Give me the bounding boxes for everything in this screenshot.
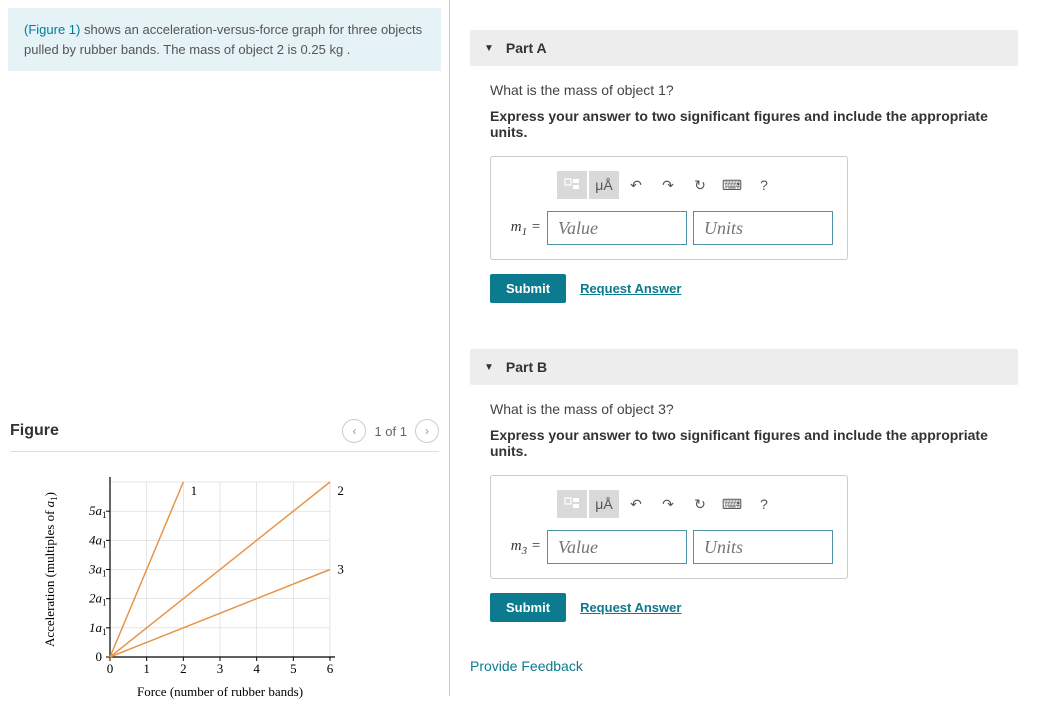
redo-icon[interactable]: ↷ (653, 171, 683, 199)
svg-text:1: 1 (102, 539, 107, 549)
svg-text:2: 2 (337, 483, 344, 498)
part-b-section: ▼ Part B What is the mass of object 3? E… (470, 349, 1018, 638)
part-b-header[interactable]: ▼ Part B (470, 349, 1018, 385)
part-b-answer-box: μÅ ↶ ↷ ↻ ⌨ ? m3 = (490, 475, 848, 579)
caret-down-icon: ▼ (484, 43, 494, 54)
left-pane: (Figure 1) shows an acceleration-versus-… (0, 0, 450, 696)
part-b-actions: Submit Request Answer (490, 593, 998, 622)
keyboard-icon[interactable]: ⌨ (717, 490, 747, 518)
svg-text:4a: 4a (89, 532, 103, 547)
part-b-variable-label: m3 = (505, 538, 541, 557)
help-icon[interactable]: ? (749, 490, 779, 518)
provide-feedback-link[interactable]: Provide Feedback (470, 658, 583, 674)
part-a-section: ▼ Part A What is the mass of object 1? E… (470, 30, 1018, 319)
svg-text:0: 0 (96, 649, 103, 664)
caret-down-icon: ▼ (484, 362, 494, 373)
svg-text:3a: 3a (88, 562, 103, 577)
undo-icon[interactable]: ↶ (621, 490, 651, 518)
figure-nav: ‹ 1 of 1 › (342, 419, 439, 443)
units-icon[interactable]: μÅ (589, 490, 619, 518)
part-a-request-answer-link[interactable]: Request Answer (580, 281, 681, 296)
redo-icon[interactable]: ↷ (653, 490, 683, 518)
part-b-title: Part B (506, 359, 547, 375)
units-icon[interactable]: μÅ (589, 171, 619, 199)
part-b-question: What is the mass of object 3? (490, 401, 998, 417)
part-b-body: What is the mass of object 3? Express yo… (470, 385, 1018, 638)
svg-text:0: 0 (107, 661, 114, 676)
prompt-text: shows an acceleration-versus-force graph… (24, 22, 422, 57)
part-b-input-row: m3 = (505, 530, 833, 564)
part-a-actions: Submit Request Answer (490, 274, 998, 303)
figure-nav-text: 1 of 1 (374, 424, 407, 439)
part-a-variable-label: m1 = (505, 219, 541, 238)
problem-prompt: (Figure 1) shows an acceleration-versus-… (8, 8, 441, 71)
figure-prev-button[interactable]: ‹ (342, 419, 366, 443)
figure-header: Figure ‹ 1 of 1 › (10, 411, 439, 452)
figure-next-button[interactable]: › (415, 419, 439, 443)
svg-text:5: 5 (290, 661, 297, 676)
svg-text:2: 2 (180, 661, 187, 676)
part-b-value-input[interactable] (547, 530, 687, 564)
templates-icon[interactable] (557, 171, 587, 199)
part-a-title: Part A (506, 40, 547, 56)
reset-icon[interactable]: ↻ (685, 171, 715, 199)
figure-link[interactable]: (Figure 1) (24, 22, 80, 37)
svg-text:6: 6 (327, 661, 334, 676)
svg-text:2a: 2a (89, 591, 103, 606)
svg-text:1: 1 (102, 569, 107, 579)
templates-icon[interactable] (557, 490, 587, 518)
svg-text:3: 3 (337, 562, 344, 577)
svg-text:4: 4 (253, 661, 260, 676)
keyboard-icon[interactable]: ⌨ (717, 171, 747, 199)
part-b-submit-button[interactable]: Submit (490, 593, 566, 622)
part-b-units-input[interactable] (693, 530, 833, 564)
part-a-input-row: m1 = (505, 211, 833, 245)
part-a-value-input[interactable] (547, 211, 687, 245)
part-a-question: What is the mass of object 1? (490, 82, 998, 98)
figure-section: Figure ‹ 1 of 1 › 012345601a12a13a14a15a… (0, 411, 449, 702)
part-a-instruction: Express your answer to two significant f… (490, 108, 998, 140)
svg-text:1: 1 (102, 510, 107, 520)
part-a-answer-box: μÅ ↶ ↷ ↻ ⌨ ? m1 = (490, 156, 848, 260)
part-b-toolbar: μÅ ↶ ↷ ↻ ⌨ ? (557, 490, 833, 518)
figure-title: Figure (10, 422, 59, 440)
reset-icon[interactable]: ↻ (685, 490, 715, 518)
part-a-body: What is the mass of object 1? Express yo… (470, 66, 1018, 319)
svg-text:1: 1 (102, 598, 107, 608)
svg-text:1a: 1a (89, 620, 103, 635)
svg-text:1: 1 (143, 661, 150, 676)
svg-text:1: 1 (102, 627, 107, 637)
svg-text:1: 1 (191, 483, 198, 498)
part-b-instruction: Express your answer to two significant f… (490, 427, 998, 459)
part-a-units-input[interactable] (693, 211, 833, 245)
part-b-request-answer-link[interactable]: Request Answer (580, 600, 681, 615)
right-pane: ▼ Part A What is the mass of object 1? E… (450, 0, 1038, 696)
svg-text:3: 3 (217, 661, 224, 676)
svg-text:5a: 5a (89, 503, 103, 518)
undo-icon[interactable]: ↶ (621, 171, 651, 199)
figure-body: 012345601a12a13a14a15a1123Force (number … (10, 452, 439, 702)
help-icon[interactable]: ? (749, 171, 779, 199)
part-a-submit-button[interactable]: Submit (490, 274, 566, 303)
part-a-toolbar: μÅ ↶ ↷ ↻ ⌨ ? (557, 171, 833, 199)
part-a-header[interactable]: ▼ Part A (470, 30, 1018, 66)
svg-text:Force (number of rubber bands): Force (number of rubber bands) (137, 684, 303, 699)
acceleration-force-chart: 012345601a12a13a14a15a1123Force (number … (40, 472, 360, 702)
svg-text:Acceleration (multiples of a1): Acceleration (multiples of a1) (42, 492, 59, 647)
